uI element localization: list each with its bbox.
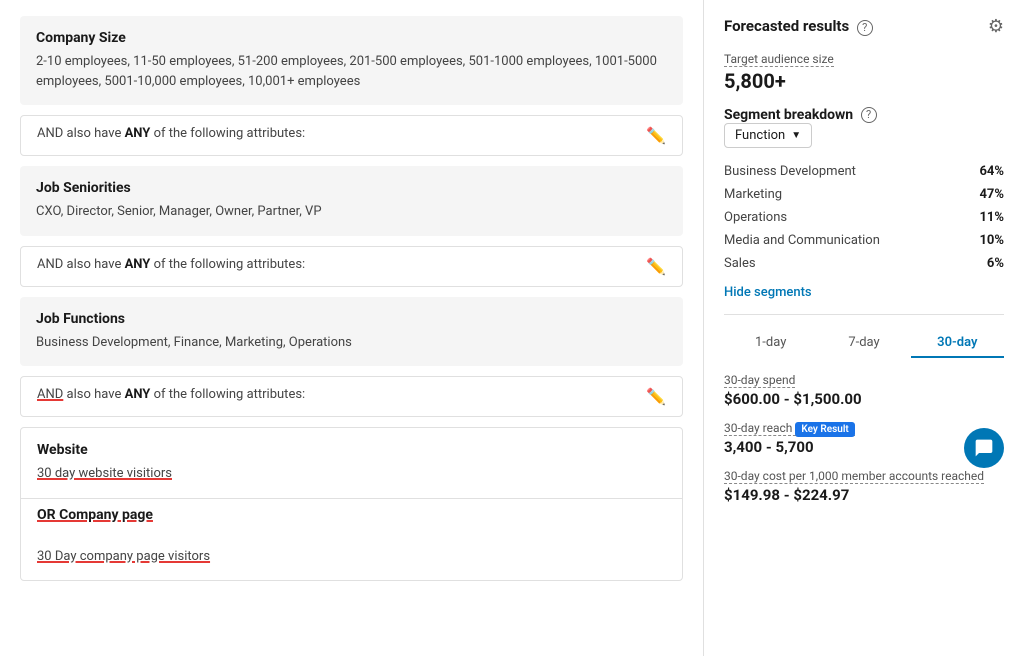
- connector-1-edit-icon[interactable]: ✏️: [646, 126, 666, 145]
- website-title: Website: [37, 442, 666, 458]
- website-section: Website 30 day website visitiors: [21, 428, 682, 498]
- segment-name: Business Development: [724, 164, 856, 179]
- gear-icon[interactable]: ⚙: [988, 16, 1004, 37]
- connector-1-text: AND also have ANY of the following attri…: [37, 126, 305, 141]
- segment-pct: 10%: [979, 233, 1004, 248]
- connector-3-text: AND also have ANY of the following attri…: [37, 387, 305, 402]
- tab-1-day[interactable]: 1-day: [724, 329, 817, 358]
- forecasted-results-title: Forecasted results ?: [724, 17, 873, 35]
- website-visitiors-text: 30 day website visitiors: [37, 466, 172, 481]
- left-panel: Company Size 2-10 employees, 11-50 emplo…: [0, 0, 704, 656]
- tab-30-day[interactable]: 30-day: [911, 329, 1004, 358]
- segment-help-icon[interactable]: ?: [861, 107, 877, 123]
- segment-pct: 6%: [987, 256, 1004, 271]
- cost-label: 30-day cost per 1,000 member accounts re…: [724, 469, 984, 484]
- company-size-section: Company Size 2-10 employees, 11-50 emplo…: [20, 16, 683, 105]
- cost-value: $149.98 - $224.97: [724, 486, 1004, 504]
- function-dropdown[interactable]: Function ▼: [724, 123, 812, 148]
- connector-2-text: AND also have ANY of the following attri…: [37, 257, 305, 272]
- chat-bubble-icon[interactable]: [964, 428, 1004, 468]
- spend-label: 30-day spend: [724, 373, 795, 388]
- connector-1: AND also have ANY of the following attri…: [20, 115, 683, 156]
- connector-3: AND also have ANY of the following attri…: [20, 376, 683, 417]
- tabs-row: 1-day7-day30-day: [724, 329, 1004, 358]
- forecasted-results-header: Forecasted results ? ⚙: [724, 16, 1004, 37]
- or-company-page-text: OR Company page: [37, 507, 153, 523]
- divider: [724, 314, 1004, 315]
- reach-value: 3,400 - 5,700: [724, 438, 956, 456]
- connector-2: AND also have ANY of the following attri…: [20, 246, 683, 287]
- segment-name: Sales: [724, 256, 756, 271]
- segment-pct: 47%: [979, 187, 1004, 202]
- tab-7-day[interactable]: 7-day: [817, 329, 910, 358]
- company-page-section: 30 Day company page visitors: [21, 537, 682, 581]
- job-functions-values: Business Development, Finance, Marketing…: [36, 333, 667, 353]
- company-size-values: 2-10 employees, 11-50 employees, 51-200 …: [36, 52, 667, 91]
- job-seniorities-values: CXO, Director, Senior, Manager, Owner, P…: [36, 202, 667, 222]
- or-connector: OR Company page: [21, 498, 682, 537]
- reach-metric-row: 30-day reach Key Result 3,400 - 5,700: [724, 420, 1004, 468]
- audience-size-label: Target audience size: [724, 52, 834, 67]
- segment-breakdown-block: Segment breakdown ? Function ▼ Business …: [724, 107, 1004, 300]
- connector-3-edit-icon[interactable]: ✏️: [646, 387, 666, 406]
- job-seniorities-section: Job Seniorities CXO, Director, Senior, M…: [20, 166, 683, 236]
- spend-value: $600.00 - $1,500.00: [724, 390, 1004, 408]
- website-group: Website 30 day website visitiors OR Comp…: [20, 427, 683, 581]
- segment-pct: 64%: [979, 164, 1004, 179]
- forecasted-help-icon[interactable]: ?: [857, 20, 873, 36]
- segment-row: Media and Communication 10%: [724, 229, 1004, 252]
- connector-2-edit-icon[interactable]: ✏️: [646, 257, 666, 276]
- spend-metric: 30-day spend $600.00 - $1,500.00: [724, 372, 1004, 408]
- segment-row: Marketing 47%: [724, 183, 1004, 206]
- company-page-values: 30 Day company page visitors: [37, 547, 666, 567]
- reach-label: 30-day reach Key Result: [724, 421, 855, 436]
- segment-list: Business Development 64% Marketing 47% Opera…: [724, 160, 1004, 275]
- dropdown-arrow-icon: ▼: [791, 130, 801, 141]
- reach-metric: 30-day reach Key Result 3,400 - 5,700: [724, 420, 956, 456]
- right-panel: Forecasted results ? ⚙ Target audience s…: [704, 0, 1024, 656]
- segment-name: Media and Communication: [724, 233, 880, 248]
- job-seniorities-title: Job Seniorities: [36, 180, 667, 196]
- audience-size-block: Target audience size 5,800+: [724, 51, 1004, 93]
- segment-name: Operations: [724, 210, 787, 225]
- segment-row: Sales 6%: [724, 252, 1004, 275]
- website-values: 30 day website visitiors: [37, 464, 666, 484]
- segment-breakdown-title: Segment breakdown: [724, 107, 853, 123]
- segment-pct: 11%: [979, 210, 1004, 225]
- key-result-badge: Key Result: [795, 422, 854, 437]
- segment-name: Marketing: [724, 187, 782, 202]
- audience-size-value: 5,800+: [724, 69, 1004, 93]
- company-size-title: Company Size: [36, 30, 667, 46]
- job-functions-section: Job Functions Business Development, Fina…: [20, 297, 683, 367]
- job-functions-title: Job Functions: [36, 311, 667, 327]
- hide-segments-link[interactable]: Hide segments: [724, 285, 1004, 300]
- segment-row: Operations 11%: [724, 206, 1004, 229]
- cost-metric: 30-day cost per 1,000 member accounts re…: [724, 468, 1004, 504]
- segment-row: Business Development 64%: [724, 160, 1004, 183]
